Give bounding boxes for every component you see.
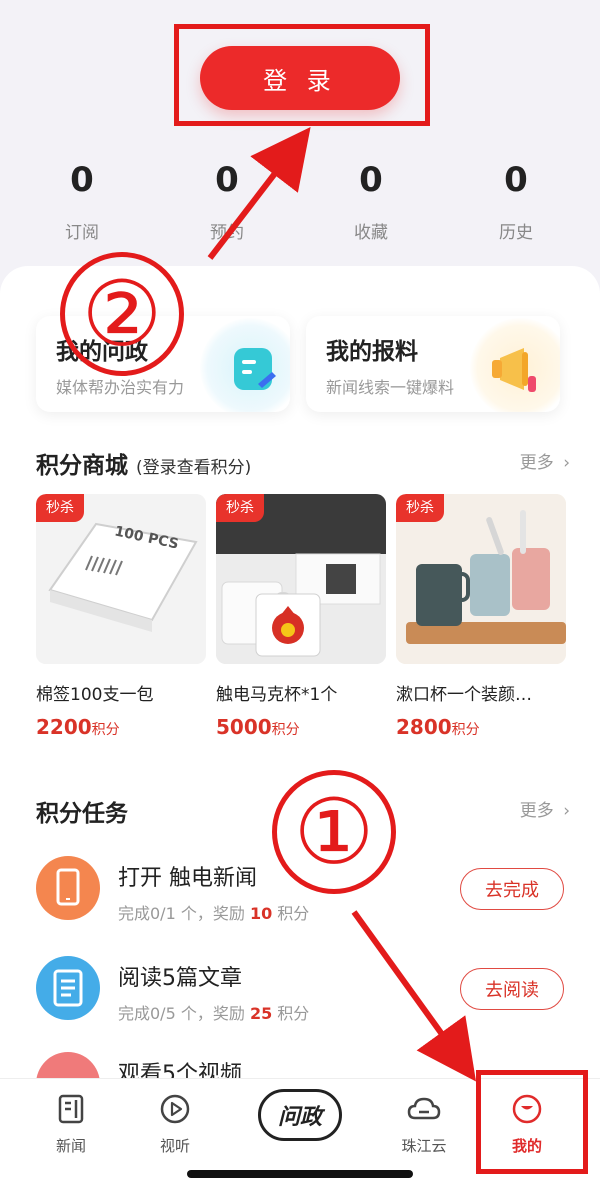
arrow-to-login — [207, 126, 311, 260]
arrow-to-mine-tab — [351, 910, 477, 1082]
annotation-arrows — [207, 126, 477, 1082]
